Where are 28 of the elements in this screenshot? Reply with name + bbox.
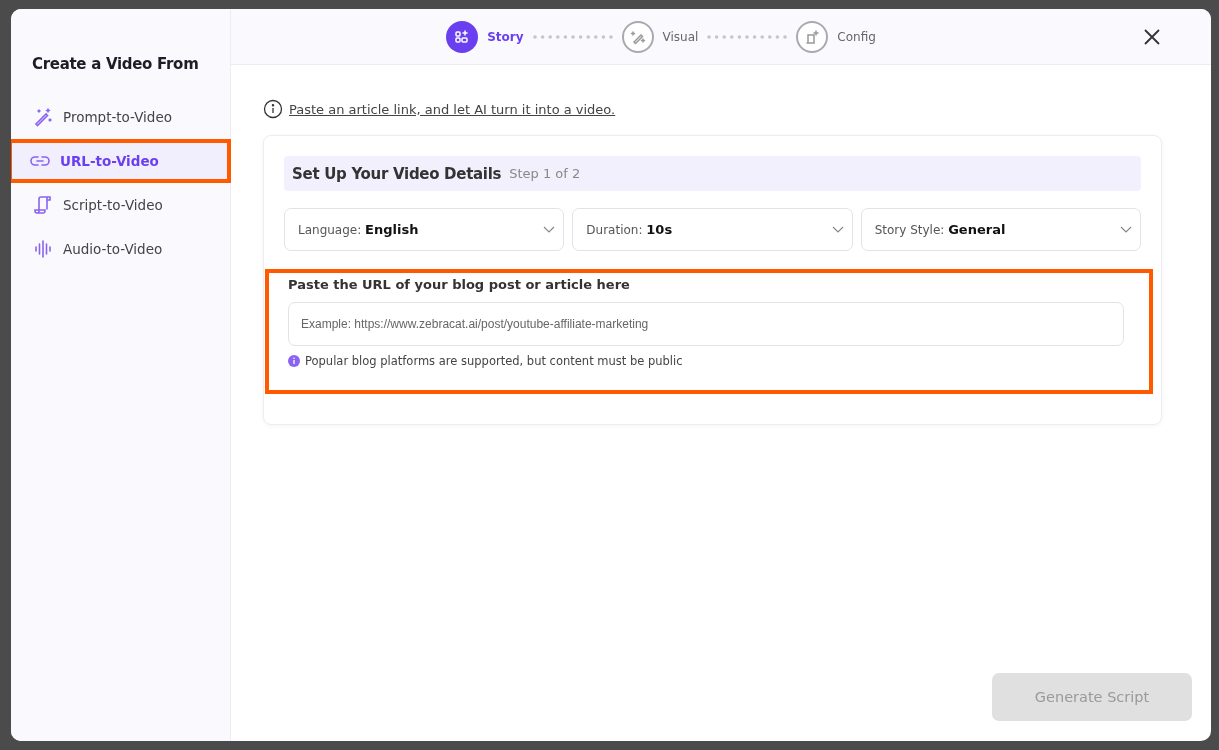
dropdown-select[interactable]: Story Style: General bbox=[860, 208, 1141, 251]
step-tab[interactable]: Visual bbox=[621, 20, 699, 53]
intro-link[interactable]: Paste an article link, and let AI turn it into a video. bbox=[289, 101, 616, 117]
chevron-down-icon bbox=[543, 225, 556, 234]
chevron-down-icon bbox=[831, 225, 844, 234]
step-counter: Step 1 of 2 bbox=[509, 166, 581, 181]
pen-sparkle-icon bbox=[629, 28, 646, 45]
scroll-sparkle-icon bbox=[804, 28, 821, 45]
url-label: Paste the URL of your blog post or article here bbox=[288, 277, 631, 292]
sidebar-item[interactable]: Audio-to-Video bbox=[11, 227, 231, 271]
sidebar-item[interactable]: Prompt-to-Video bbox=[11, 95, 231, 139]
dropdown-select[interactable]: Language: English bbox=[284, 208, 565, 251]
chevron-down-icon bbox=[1120, 225, 1132, 234]
section-title: Set Up Your Video Details bbox=[292, 164, 502, 183]
scroll-icon bbox=[33, 195, 53, 215]
sidebar-item[interactable]: URL-to-Video bbox=[11, 139, 231, 183]
info-icon bbox=[288, 355, 300, 367]
magic-wand-icon bbox=[33, 107, 53, 127]
hint-text: Popular blog platforms are supported, but content must be public bbox=[305, 354, 683, 368]
url-input-field[interactable]: Example: https://www.zebracat.ai/post/youtube-affiliate-marketing bbox=[288, 302, 1124, 346]
audio-wave-icon bbox=[33, 239, 53, 259]
sidebar-title: Create a Video From bbox=[31, 55, 200, 73]
layout-sparkle-icon bbox=[454, 28, 471, 45]
step-tab[interactable]: Config bbox=[796, 20, 876, 53]
sidebar-item[interactable]: Script-to-Video bbox=[11, 183, 231, 227]
dropdown-select[interactable]: Duration: 10s bbox=[572, 208, 853, 251]
info-icon bbox=[263, 99, 283, 119]
step-tab[interactable]: Story bbox=[446, 20, 524, 53]
